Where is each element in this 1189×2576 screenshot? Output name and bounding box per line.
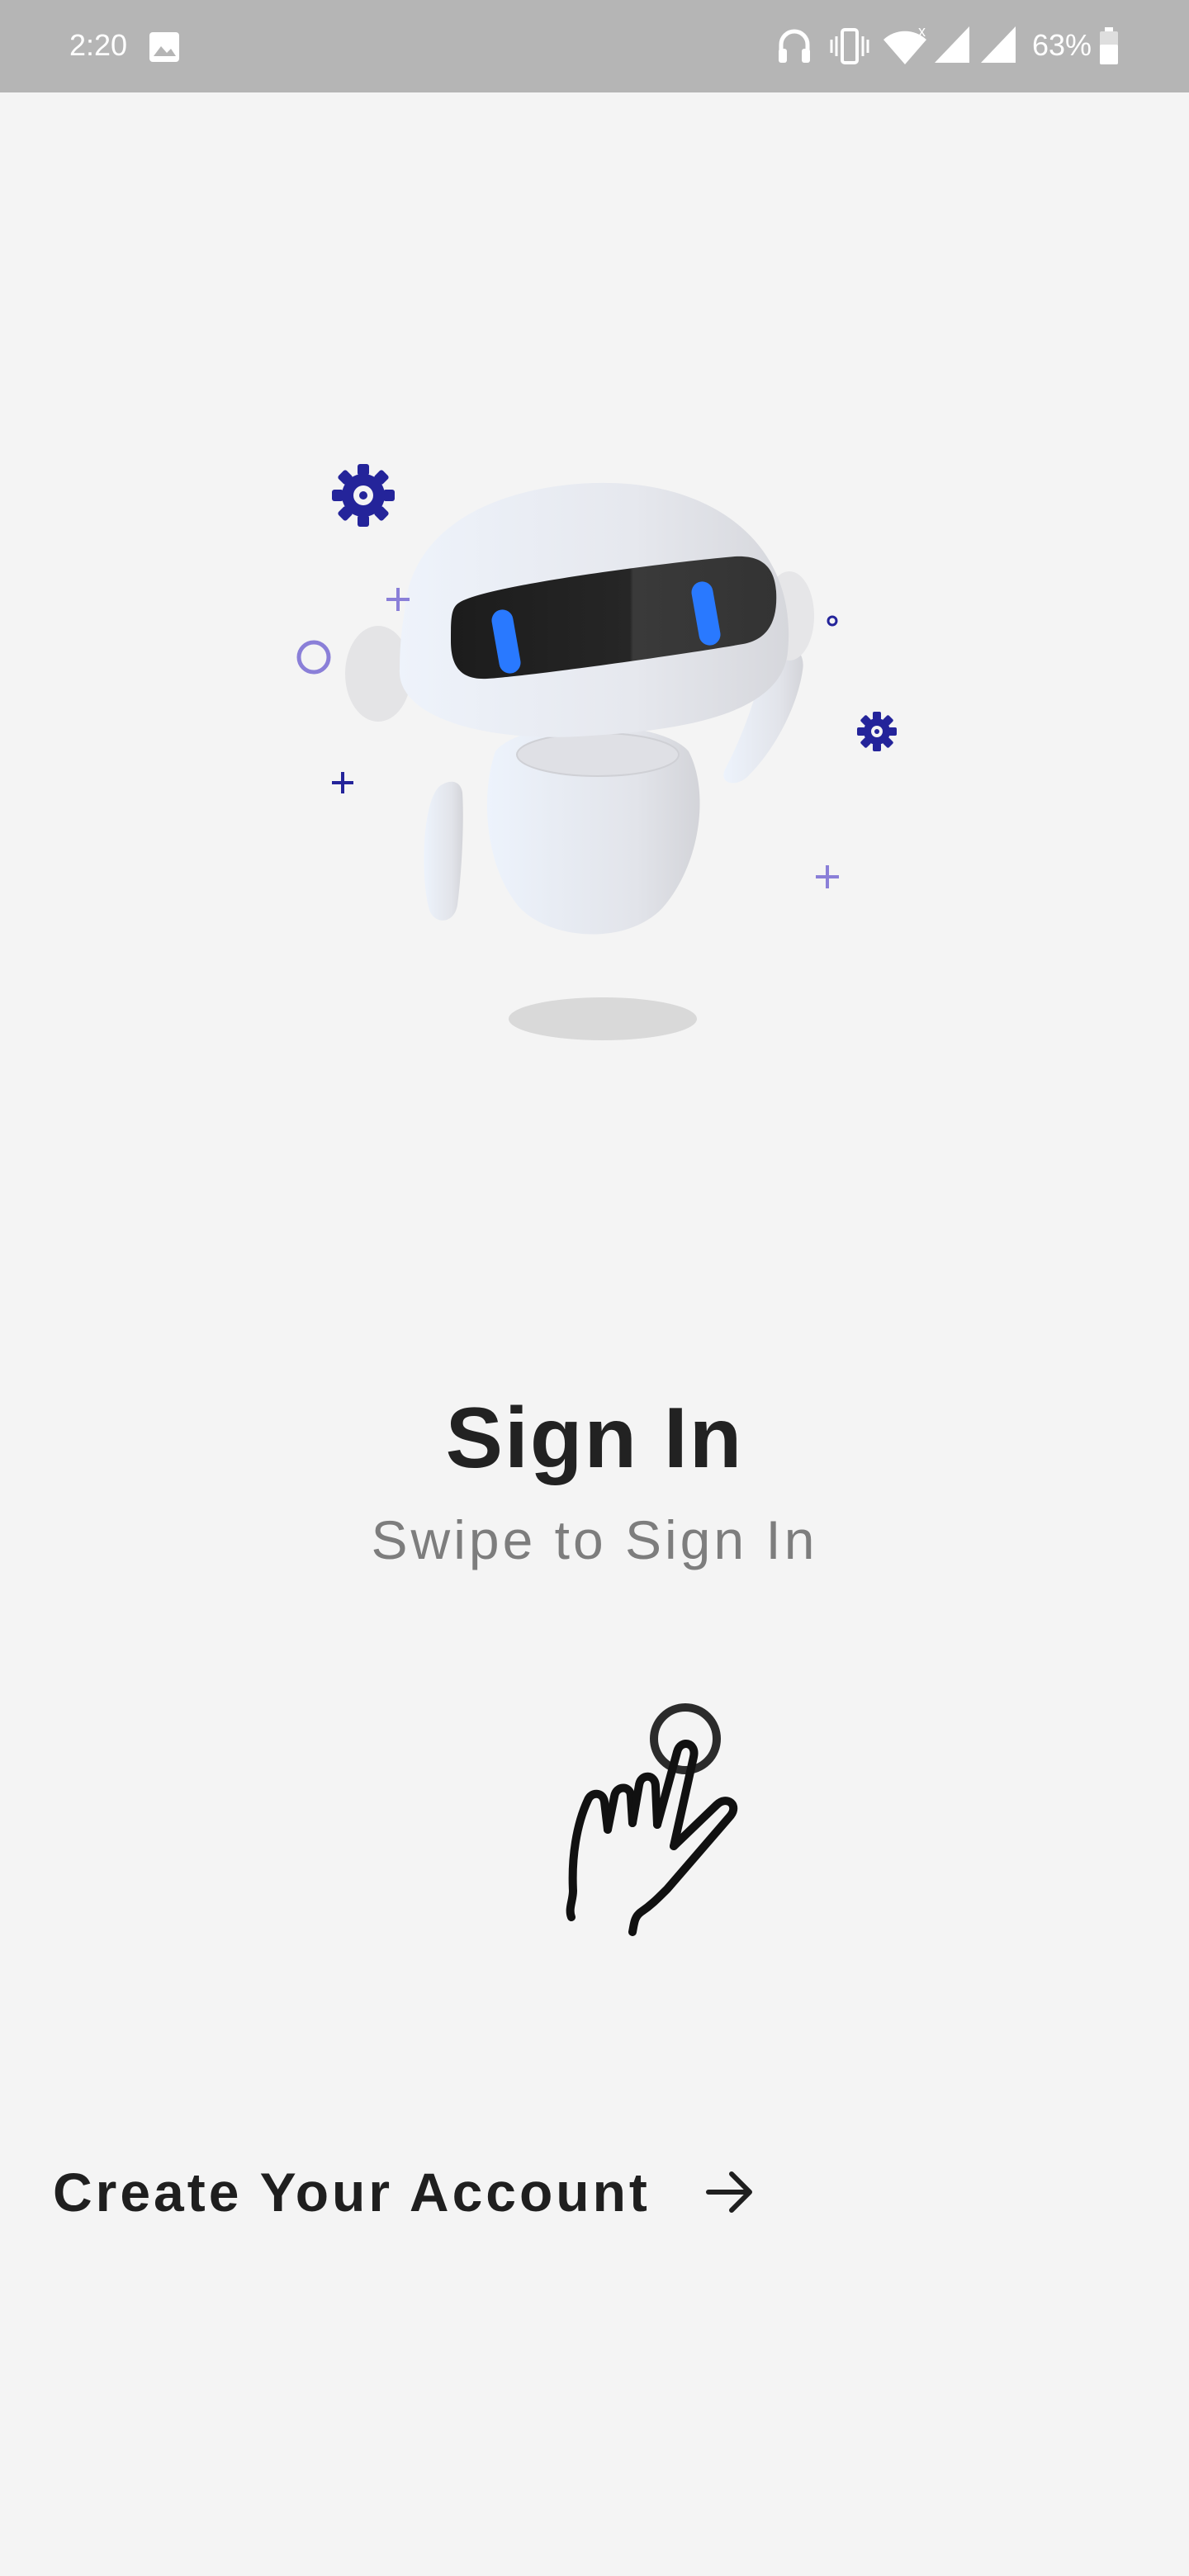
image-icon — [149, 32, 179, 62]
battery-icon — [1100, 27, 1118, 64]
status-time: 2:20 — [69, 28, 128, 62]
svg-text:x: x — [918, 23, 926, 40]
robot-illustration — [296, 464, 897, 1040]
wifi-icon: x — [883, 23, 926, 64]
signal-icon — [935, 26, 969, 63]
create-account-label: Create Your Account — [53, 2162, 651, 2223]
vibrate-icon — [830, 28, 869, 64]
headphones-icon — [779, 29, 810, 63]
status-bar: 2:20 x 63% — [0, 0, 1189, 92]
swipe-sign-in-area[interactable] — [528, 1684, 760, 1949]
battery-percent: 63% — [1032, 28, 1092, 62]
screen: 2:20 x 63% Sign In Swipe to Sign In Crea… — [0, 0, 1189, 2576]
page-title: Sign In — [445, 1390, 744, 1486]
page-subtitle: Swipe to Sign In — [371, 1509, 818, 1570]
create-account-button[interactable]: Create Your Account — [53, 2147, 756, 2237]
arrow-right-icon — [705, 2171, 752, 2213]
swipe-hand-icon — [566, 1703, 738, 1936]
signal-icon — [981, 26, 1016, 63]
